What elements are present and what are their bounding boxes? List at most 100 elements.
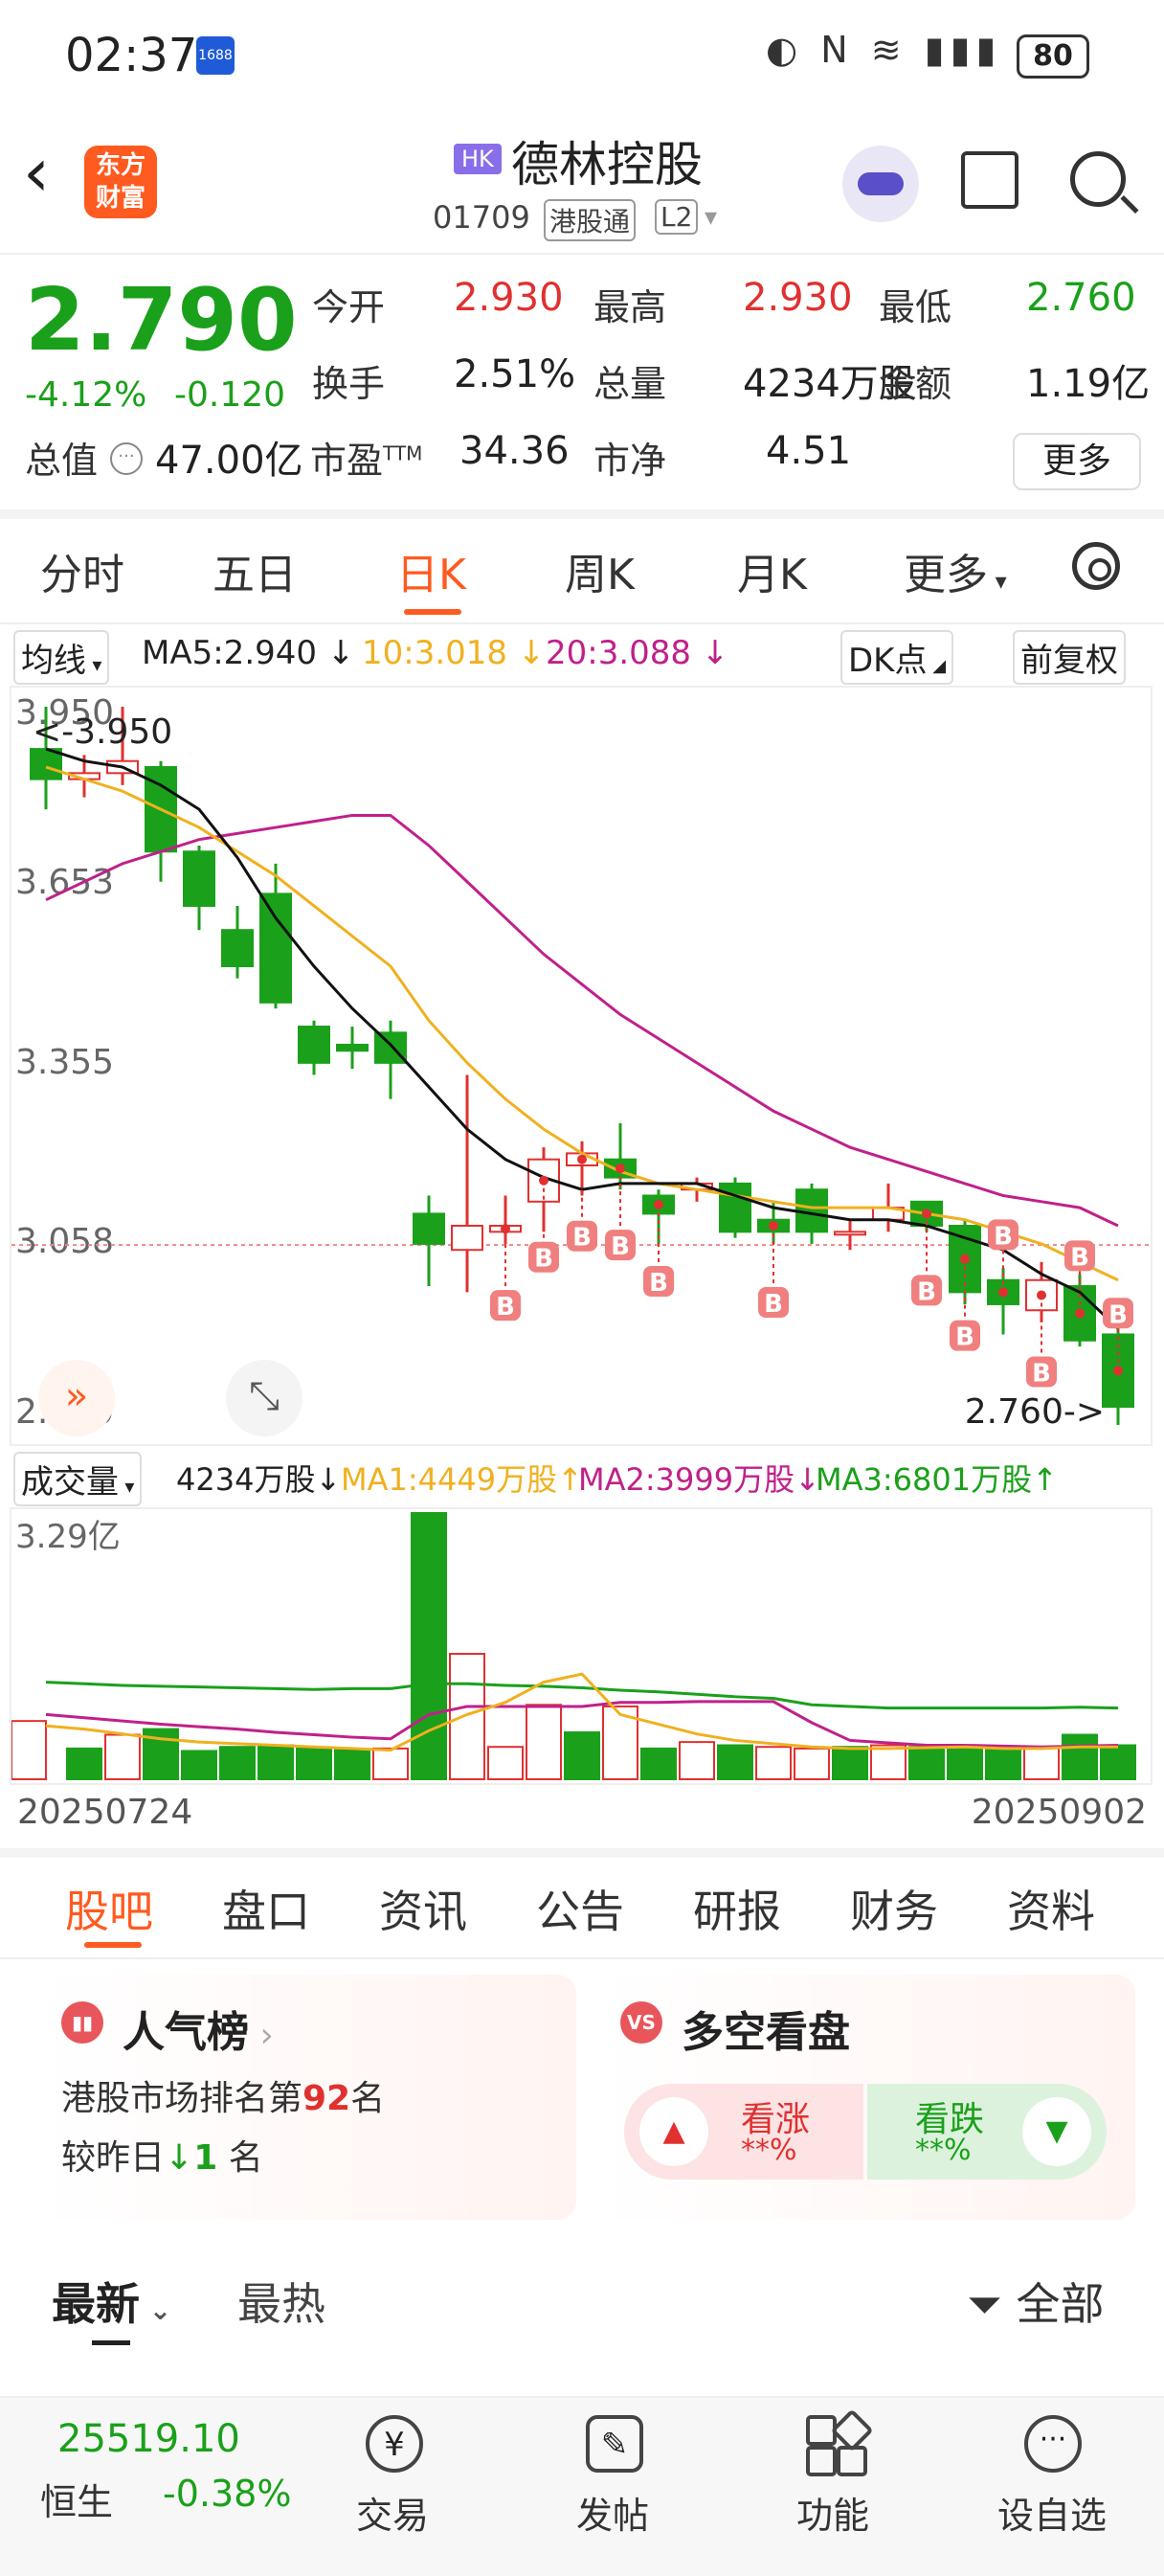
volume-bar[interactable] bbox=[257, 1744, 294, 1780]
indicator-select[interactable]: 均线 ▾ bbox=[13, 630, 110, 685]
volume-bar[interactable] bbox=[296, 1747, 332, 1780]
info-tab-3[interactable]: 公告 bbox=[536, 1877, 624, 1940]
info-tab-4[interactable]: 研报 bbox=[693, 1877, 781, 1940]
volume-svg[interactable]: 3.29亿 bbox=[11, 1509, 1151, 1783]
bear-button[interactable]: 看跌 **% ▼ bbox=[867, 2084, 1107, 2180]
feed-filter[interactable]: ⏷ 全部 bbox=[967, 2270, 1104, 2333]
candle-body[interactable] bbox=[413, 1212, 445, 1245]
chart-tab-3[interactable]: 周K bbox=[565, 540, 635, 601]
settings-gear-icon[interactable] bbox=[1072, 542, 1120, 590]
post-edit-icon[interactable]: ✎ bbox=[586, 2415, 643, 2473]
kline-svg[interactable]: 3.9503.6533.3553.0582.760BBBBBBBBBBBB<-3… bbox=[11, 688, 1151, 1444]
search-icon[interactable] bbox=[1070, 151, 1126, 207]
stat-label-3: 换手 bbox=[312, 363, 386, 405]
buy-marker-dot bbox=[577, 1154, 587, 1164]
volume-bar[interactable] bbox=[104, 1733, 141, 1780]
functions-grid-icon[interactable] bbox=[806, 2408, 874, 2476]
change-percent: -4.12% bbox=[25, 375, 147, 415]
chart-tab-5[interactable]: 更多 ▾ bbox=[904, 540, 1007, 601]
feed-tab-latest[interactable]: 最新 ⌄ bbox=[52, 2270, 171, 2333]
chart-tab-1[interactable]: 五日 bbox=[213, 540, 297, 601]
index-change[interactable]: -0.38% bbox=[163, 2473, 291, 2515]
volume-bar[interactable] bbox=[372, 1747, 409, 1780]
end-date: 20250902 bbox=[971, 1793, 1147, 1832]
volume-bar[interactable] bbox=[947, 1747, 983, 1780]
more-dots-icon[interactable]: ··· bbox=[1024, 2415, 1082, 2473]
volume-bar[interactable] bbox=[717, 1744, 753, 1780]
feed-tab-hot[interactable]: 最热 bbox=[237, 2270, 325, 2333]
stat-value-8: 4.51 bbox=[766, 429, 852, 473]
candle-body[interactable] bbox=[336, 1043, 369, 1052]
info-tab-2[interactable]: 资讯 bbox=[379, 1877, 467, 1940]
volume-bar[interactable] bbox=[755, 1746, 792, 1780]
volume-bar[interactable] bbox=[449, 1653, 485, 1780]
functions-label[interactable]: 功能 bbox=[796, 2486, 869, 2539]
fullscreen-icon[interactable]: ⤡ bbox=[226, 1360, 302, 1436]
volume-select[interactable]: 成交量 ▾ bbox=[13, 1452, 143, 1506]
chevron-down-icon: ▾ bbox=[119, 1475, 135, 1498]
info-tab-5[interactable]: 财务 bbox=[850, 1877, 938, 1940]
bull-bear-card[interactable]: VS 多空看盘 ▲ 看涨 **% 看跌 **% ▼ bbox=[595, 1975, 1135, 2220]
level-tag[interactable]: L2 bbox=[655, 199, 699, 235]
dk-point-button[interactable]: DK点 ◢ bbox=[840, 630, 954, 685]
candle-body[interactable] bbox=[221, 929, 254, 968]
volume-bar[interactable] bbox=[66, 1747, 102, 1780]
stat-value-3: 2.51% bbox=[454, 352, 576, 396]
volume-bar[interactable] bbox=[1062, 1733, 1098, 1780]
chevron-down-icon[interactable]: ▾ bbox=[705, 203, 717, 232]
candle-body[interactable] bbox=[451, 1225, 483, 1252]
dk-button-label: DK点 bbox=[848, 642, 928, 680]
trade-yen-icon[interactable]: ¥ bbox=[366, 2415, 423, 2473]
candle-body[interactable] bbox=[834, 1231, 866, 1236]
volume-bar[interactable] bbox=[985, 1749, 1021, 1781]
volume-bar[interactable] bbox=[832, 1746, 868, 1780]
volume-bar[interactable] bbox=[487, 1746, 524, 1780]
kline-chart[interactable]: 3.9503.6533.3553.0582.760BBBBBBBBBBBB<-3… bbox=[10, 686, 1153, 1446]
volume-bar[interactable] bbox=[334, 1749, 370, 1781]
share-icon[interactable] bbox=[961, 151, 1018, 209]
popularity-change: 较昨日↓1 名 bbox=[61, 2130, 263, 2180]
volume-chart[interactable]: 3.29亿 bbox=[10, 1507, 1153, 1785]
expand-indicators-icon[interactable]: » bbox=[38, 1360, 115, 1436]
chart-tab-2[interactable]: 日K bbox=[396, 540, 466, 601]
battery-icon: 80 bbox=[1017, 34, 1089, 79]
candle-body[interactable] bbox=[183, 850, 215, 907]
volume-bar[interactable] bbox=[219, 1746, 256, 1780]
trade-label[interactable]: 交易 bbox=[356, 2486, 429, 2539]
index-name[interactable]: 恒生 bbox=[40, 2473, 113, 2525]
volume-bar[interactable] bbox=[411, 1512, 447, 1780]
index-value[interactable]: 25519.10 bbox=[57, 2417, 240, 2461]
volume-bar[interactable] bbox=[1100, 1744, 1136, 1780]
candle-body[interactable] bbox=[259, 893, 292, 1004]
volume-bar[interactable] bbox=[870, 1744, 907, 1780]
info-icon[interactable]: ··· bbox=[110, 442, 143, 475]
volume-bar[interactable] bbox=[908, 1746, 945, 1780]
chart-tab-4[interactable]: 月K bbox=[737, 540, 807, 601]
popularity-card[interactable]: ▮▮ 人气榜 › 港股市场排名第92名 较昨日↓1 名 bbox=[36, 1975, 576, 2220]
volume-bar[interactable] bbox=[181, 1750, 217, 1781]
bull-button[interactable]: ▲ 看涨 **% bbox=[624, 2084, 863, 2180]
volume-bar[interactable] bbox=[640, 1747, 677, 1780]
add-watchlist-label[interactable]: 设自选 bbox=[997, 2486, 1107, 2539]
volume-bar[interactable] bbox=[794, 1747, 830, 1780]
high-price-marker: <-3.950 bbox=[33, 712, 172, 752]
buy-marker-letter: B bbox=[1070, 1243, 1089, 1272]
more-stats-button[interactable]: 更多 bbox=[1013, 433, 1141, 490]
volume-bar[interactable] bbox=[11, 1720, 47, 1780]
volume-bar[interactable] bbox=[679, 1741, 715, 1780]
candle-body[interactable] bbox=[298, 1026, 330, 1064]
volume-bar[interactable] bbox=[1023, 1746, 1060, 1780]
back-icon[interactable]: ‹ bbox=[23, 139, 50, 206]
rank-value: 92 bbox=[302, 2079, 351, 2118]
info-tab-6[interactable]: 资料 bbox=[1007, 1877, 1095, 1940]
info-tab-0[interactable]: 股吧 bbox=[65, 1877, 153, 1940]
y-axis-label: 3.058 bbox=[15, 1222, 114, 1261]
info-tab-1[interactable]: 盘口 bbox=[222, 1877, 310, 1940]
volume-bar[interactable] bbox=[564, 1730, 600, 1780]
ai-assistant-avatar[interactable] bbox=[842, 146, 919, 222]
ma5-value: MA5:2.940 ↓ bbox=[142, 634, 355, 672]
adjust-price-button[interactable]: 前复权 bbox=[1013, 630, 1126, 685]
post-label[interactable]: 发帖 bbox=[576, 2486, 649, 2539]
chart-tab-0[interactable]: 分时 bbox=[40, 540, 124, 601]
volume-bar[interactable] bbox=[526, 1704, 562, 1780]
